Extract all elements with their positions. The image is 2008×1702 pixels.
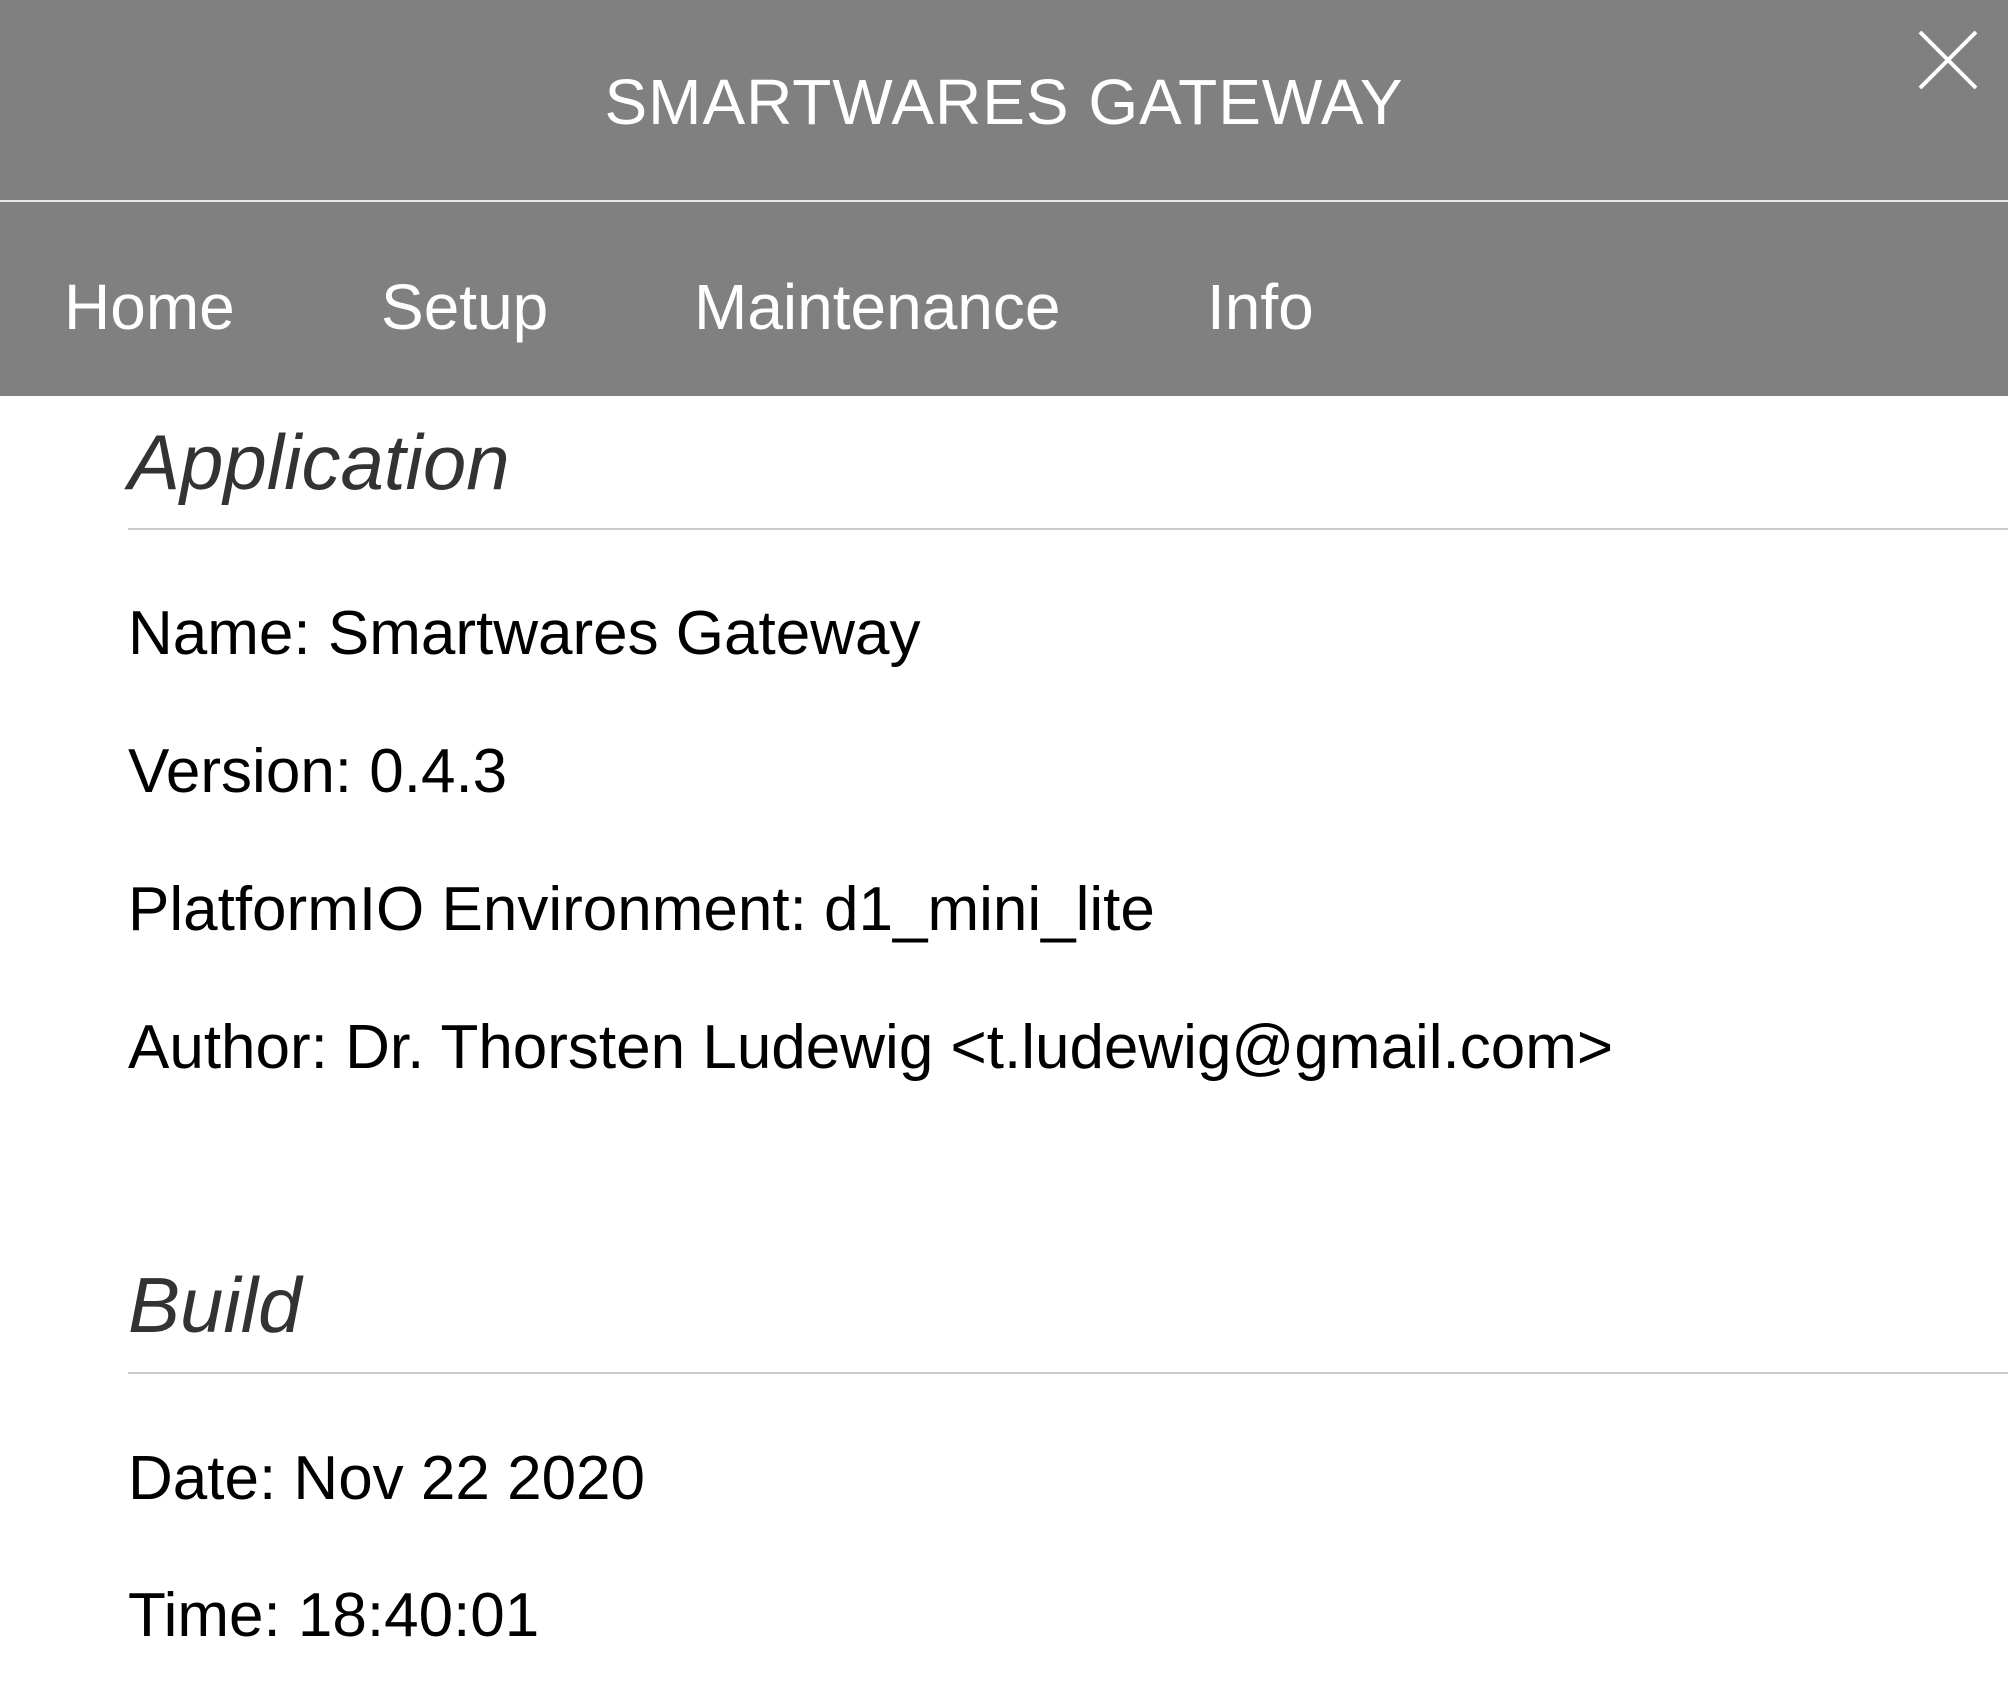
title-bar: SMARTWARES GATEWAY — [0, 0, 2008, 202]
nav-item-info[interactable]: Info — [1207, 267, 1314, 347]
platformio-environment: PlatformIO Environment: d1_mini_lite — [128, 875, 1155, 944]
section-heading-build: Build — [128, 1261, 302, 1349]
section-divider — [128, 528, 2008, 530]
app-title: SMARTWARES GATEWAY — [604, 66, 1404, 138]
app-author: Author: Dr. Thorsten Ludewig <t.ludewig@… — [128, 1013, 1614, 1082]
build-date: Date: Nov 22 2020 — [128, 1444, 646, 1513]
nav-item-home[interactable]: Home — [64, 267, 235, 347]
close-button[interactable] — [1912, 24, 1984, 96]
section-divider — [128, 1372, 2008, 1374]
app-version: Version: 0.4.3 — [128, 737, 508, 806]
nav-bar: Home Setup Maintenance Info — [0, 202, 2008, 396]
section-heading-application: Application — [128, 418, 510, 506]
build-time: Time: 18:40:01 — [128, 1581, 540, 1650]
nav-item-setup[interactable]: Setup — [381, 267, 548, 347]
app-name: Name: Smartwares Gateway — [128, 599, 921, 668]
nav-item-maintenance[interactable]: Maintenance — [694, 267, 1060, 347]
close-icon — [1912, 24, 1984, 96]
